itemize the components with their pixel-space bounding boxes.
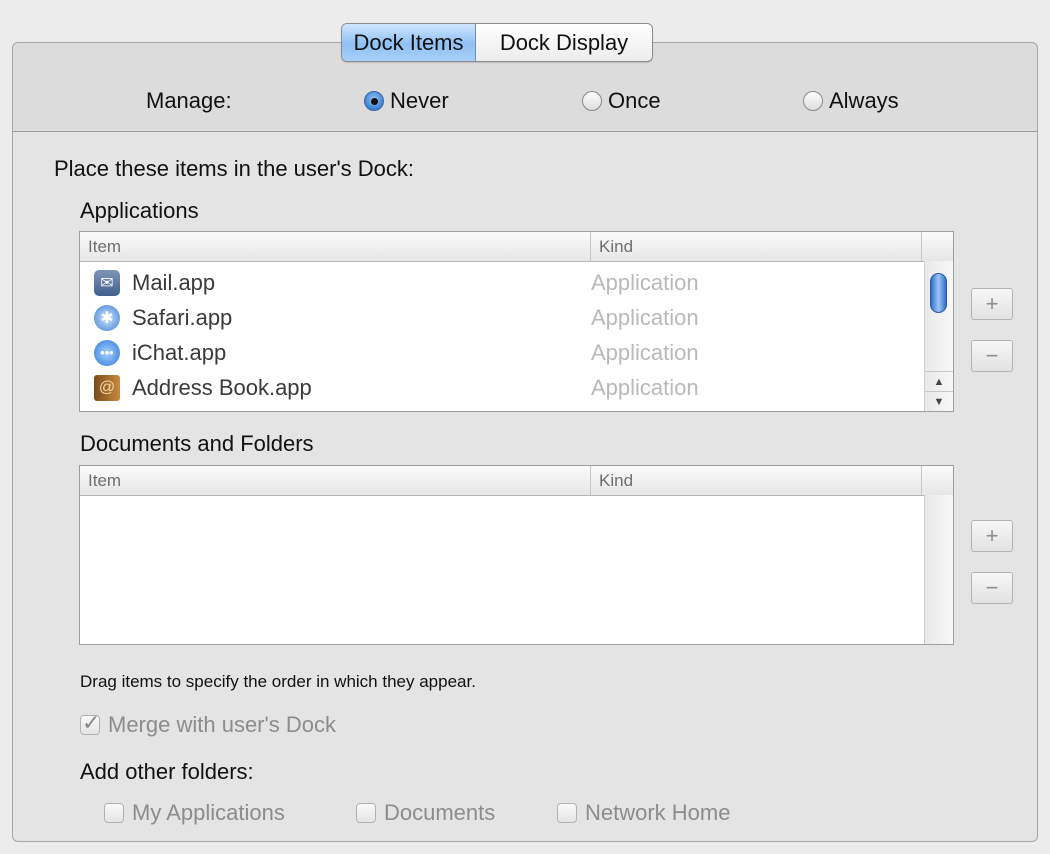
item-kind: Application <box>591 269 699 295</box>
table-row[interactable]: ✱ Safari.app Application <box>80 300 699 335</box>
address-book-icon: @ <box>94 374 120 401</box>
my-applications-label: My Applications <box>132 800 285 825</box>
applications-heading: Applications <box>80 198 199 223</box>
documents-table: Item Kind <box>79 465 954 645</box>
merge-label: Merge with user's Dock <box>108 712 336 737</box>
scroll-up-arrow-icon[interactable]: ▲ <box>925 371 953 392</box>
safari-icon: ✱ <box>94 304 120 331</box>
remove-application-button[interactable]: − <box>971 340 1013 372</box>
manage-label: Manage: <box>146 88 232 113</box>
mail-icon: ✉ <box>94 269 120 296</box>
checkbox-checked-icon <box>80 710 100 736</box>
other-folders-heading: Add other folders: <box>80 759 254 784</box>
item-kind: Application <box>591 339 699 365</box>
column-header-kind[interactable]: Kind <box>591 466 922 495</box>
documents-heading: Documents and Folders <box>80 431 314 456</box>
table-row[interactable]: ••• iChat.app Application <box>80 335 699 370</box>
merge-checkbox[interactable]: Merge with user's Dock <box>80 710 336 738</box>
my-applications-checkbox[interactable]: My Applications <box>104 800 285 826</box>
tab-bar: Dock Items Dock Display <box>341 23 653 62</box>
item-name: Mail.app <box>132 269 216 295</box>
radio-button-icon <box>582 91 602 111</box>
ichat-icon: ••• <box>94 339 120 366</box>
tab-dock-display[interactable]: Dock Display <box>476 24 652 61</box>
add-application-button[interactable]: + <box>971 288 1013 320</box>
checkbox-icon <box>104 803 124 823</box>
applications-scrollbar[interactable]: ▲ ▼ <box>924 261 953 411</box>
add-document-button[interactable]: + <box>971 520 1013 552</box>
radio-once[interactable]: Once <box>582 88 661 114</box>
radio-always-label: Always <box>829 88 899 113</box>
radio-always[interactable]: Always <box>803 88 899 114</box>
item-name: Safari.app <box>132 304 233 330</box>
radio-never[interactable]: Never <box>364 88 449 114</box>
column-header-kind[interactable]: Kind <box>591 232 922 261</box>
table-row[interactable]: @ Address Book.app Application <box>80 370 699 405</box>
item-kind: Application <box>591 374 699 400</box>
radio-never-label: Never <box>390 88 449 113</box>
remove-document-button[interactable]: − <box>971 572 1013 604</box>
radio-button-icon <box>803 91 823 111</box>
scroll-thumb[interactable] <box>930 273 947 313</box>
network-home-label: Network Home <box>585 800 731 825</box>
documents-scrollbar[interactable] <box>924 495 953 644</box>
checkbox-icon <box>557 803 577 823</box>
tab-dock-items[interactable]: Dock Items <box>342 24 476 61</box>
item-kind: Application <box>591 304 699 330</box>
table-row[interactable]: ✉ Mail.app Application <box>80 265 699 300</box>
applications-table: Item Kind ✉ Mail.app Application ✱ Safar… <box>79 231 954 412</box>
column-header-item[interactable]: Item <box>80 466 591 495</box>
network-home-checkbox[interactable]: Network Home <box>557 800 730 826</box>
column-header-item[interactable]: Item <box>80 232 591 261</box>
checkbox-icon <box>356 803 376 823</box>
radio-button-selected-icon <box>364 91 384 111</box>
drag-hint: Drag items to specify the order in which… <box>80 672 476 691</box>
item-name: iChat.app <box>132 339 227 365</box>
radio-once-label: Once <box>608 88 661 113</box>
table-header: Item Kind <box>80 466 953 496</box>
place-items-heading: Place these items in the user's Dock: <box>54 156 415 181</box>
item-name: Address Book.app <box>132 374 312 400</box>
table-header: Item Kind <box>80 232 953 262</box>
documents-label: Documents <box>384 800 496 825</box>
scroll-down-arrow-icon[interactable]: ▼ <box>925 391 953 411</box>
documents-checkbox[interactable]: Documents <box>356 800 495 826</box>
